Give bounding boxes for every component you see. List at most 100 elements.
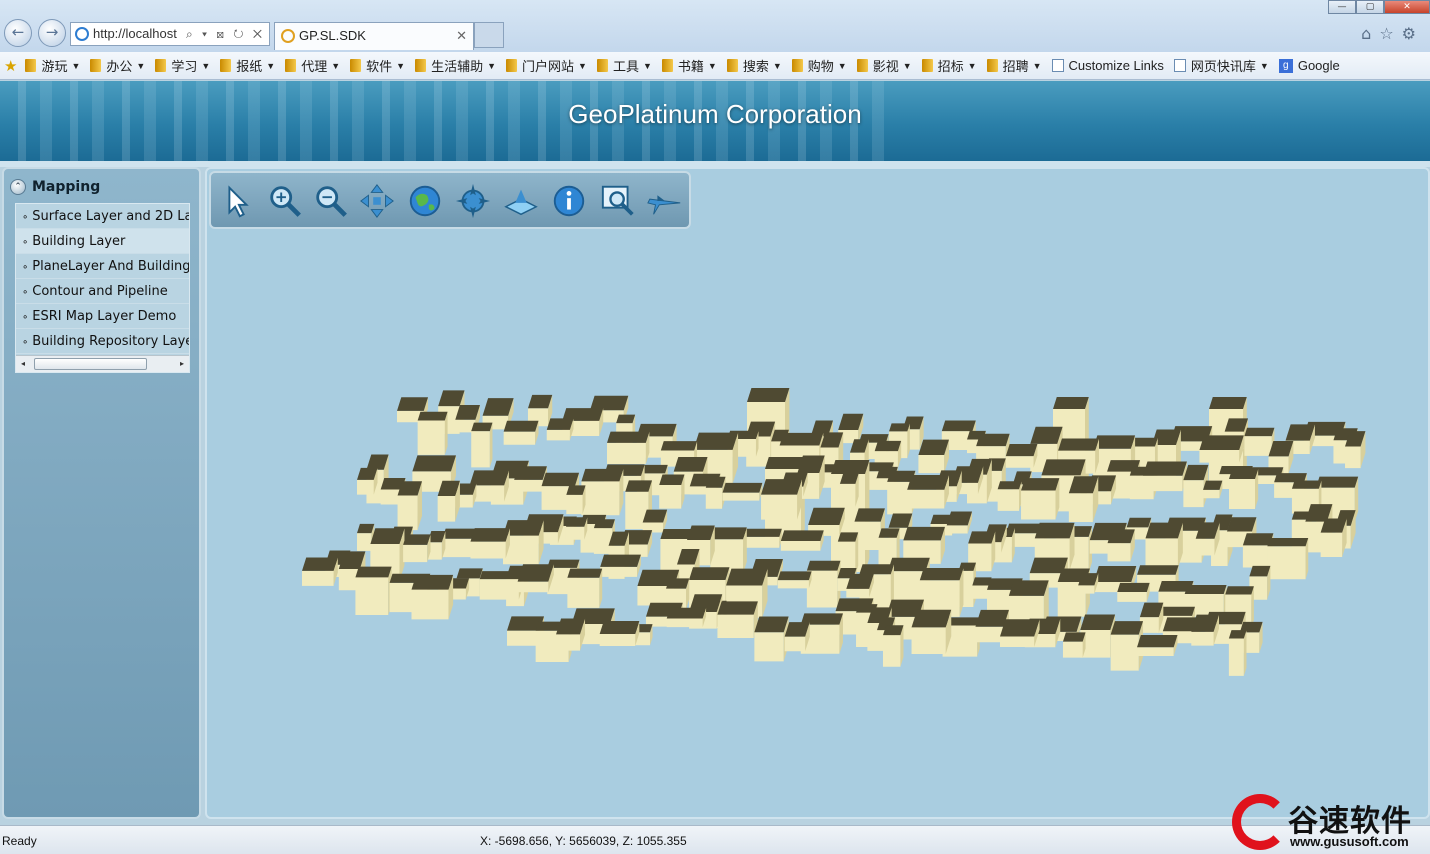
mapping-panel-header[interactable]: ⌃ Mapping <box>10 179 100 195</box>
maximize-button[interactable]: ▢ <box>1356 0 1384 14</box>
menu-item-label: Surface Layer and 2D Layer <box>32 209 189 224</box>
building <box>546 418 574 441</box>
menu-item[interactable]: ∘ Building Layer <box>16 229 189 254</box>
building <box>784 622 810 652</box>
collapse-icon[interactable]: ⌃ <box>10 179 26 195</box>
building <box>907 474 949 509</box>
favorite-label: 书籍 <box>677 59 704 74</box>
minimize-button[interactable]: — <box>1328 0 1356 14</box>
info-icon[interactable] <box>549 181 589 221</box>
close-window-button[interactable]: ✕ <box>1384 0 1430 14</box>
watermark-url: www.gususoft.com <box>1290 834 1409 849</box>
folder-icon <box>986 59 998 72</box>
favorite-7[interactable]: 门户网站 ▼ <box>506 56 587 75</box>
globe-icon[interactable] <box>405 181 445 221</box>
menu-item[interactable]: ∘ ESRI Map Layer Demo <box>16 304 189 329</box>
favorite-13[interactable]: 招标 ▼ <box>921 56 977 75</box>
favorite-16[interactable]: 网页快讯库 ▼ <box>1173 56 1269 75</box>
chevron-down-icon: ▼ <box>902 60 912 71</box>
favorite-label: 报纸 <box>236 59 263 74</box>
bullet-icon: ∘ <box>22 212 29 223</box>
favorite-1[interactable]: 办公 ▼ <box>90 56 145 75</box>
chevron-down-icon: ▼ <box>266 60 276 71</box>
chevron-down-icon: ▼ <box>1032 60 1042 71</box>
favorite-3[interactable]: 报纸 ▼ <box>220 56 275 75</box>
favorite-8[interactable]: 工具 ▼ <box>596 56 652 75</box>
mapping-menu-list: ∘Surface Layer and 2D Layer∘Building Lay… <box>16 204 189 354</box>
building <box>517 564 554 593</box>
pan-icon[interactable] <box>357 181 397 221</box>
favorite-12[interactable]: 影视 ▼ <box>856 56 912 75</box>
fly-icon[interactable] <box>645 181 685 221</box>
zoom-in-icon[interactable] <box>265 181 305 221</box>
building <box>666 607 707 628</box>
favorite-label: 影视 <box>872 59 899 74</box>
building <box>846 573 874 598</box>
tab-close-icon[interactable]: ✕ <box>456 23 467 49</box>
menu-item[interactable]: ∘ Contour and Pipeline <box>16 279 189 304</box>
favorite-label: 搜索 <box>742 59 769 74</box>
favorite-17[interactable]: g Google <box>1278 58 1340 73</box>
tab-gp-sl-sdk[interactable]: GP.SL.SDK ✕ <box>274 22 474 50</box>
back-button[interactable]: ← <box>4 19 32 47</box>
forward-button[interactable]: → <box>38 19 66 47</box>
favorite-9[interactable]: 书籍 ▼ <box>661 56 717 75</box>
favorite-10[interactable]: 搜索 ▼ <box>726 56 782 75</box>
building <box>1137 635 1178 656</box>
building <box>567 568 603 608</box>
coordinate-readout: X: -5698.656, Y: 5656039, Z: 1055.355 <box>480 834 687 848</box>
favorite-15[interactable]: Customize Links <box>1051 58 1164 73</box>
building <box>1203 480 1223 499</box>
tab-title: GP.SL.SDK <box>299 28 366 43</box>
menu-item-label: Building Repository Layer <box>32 334 189 349</box>
scroll-right-arrow[interactable]: ▸ <box>175 356 189 372</box>
building <box>997 481 1022 511</box>
building <box>780 530 824 551</box>
address-bar[interactable]: http://localhost ⌕ ▾ ⊠ ↻ ✕ <box>70 22 270 46</box>
favorite-5[interactable]: 软件 ▼ <box>350 56 405 75</box>
page-icon <box>1173 59 1186 72</box>
building <box>710 527 747 574</box>
select-arrow-icon[interactable] <box>217 181 257 221</box>
chevron-down-icon: ▼ <box>71 60 81 71</box>
folder-icon <box>856 59 868 72</box>
chevron-down-icon: ▼ <box>772 60 782 71</box>
search-window-icon[interactable] <box>599 181 639 221</box>
menu-item[interactable]: ∘ PlaneLayer And Building <box>16 254 189 279</box>
folder-icon <box>25 59 37 72</box>
building <box>1229 469 1259 509</box>
tab-favicon-icon <box>281 29 295 43</box>
chevron-down-icon: ▼ <box>331 60 341 71</box>
favorite-2[interactable]: 学习 ▼ <box>155 56 210 75</box>
browser-titlebar: ← → http://localhost ⌕ ▾ ⊠ ↻ ✕ GP.SL.SDK… <box>0 0 1430 52</box>
menu-horizontal-scrollbar[interactable]: ◂ ▸ <box>16 355 189 372</box>
navigate-icon[interactable] <box>453 181 493 221</box>
menu-item-label: Building Layer <box>32 234 126 249</box>
favorite-label: 招标 <box>937 59 964 74</box>
favorite-0[interactable]: 游玩 ▼ <box>25 56 80 75</box>
scroll-left-arrow[interactable]: ◂ <box>16 356 30 372</box>
zoom-out-icon[interactable] <box>311 181 351 221</box>
building <box>397 481 423 531</box>
watermark-g-icon <box>1232 794 1288 850</box>
building <box>437 480 460 522</box>
building <box>1021 478 1060 520</box>
favorite-14[interactable]: 招聘 ▼ <box>986 56 1042 75</box>
home-favorites-tools-icons[interactable]: ⌂☆⚙ <box>1361 24 1424 43</box>
bullet-icon: ∘ <box>22 262 29 273</box>
map-toolbar <box>209 171 691 229</box>
menu-item[interactable]: ∘Surface Layer and 2D Layer <box>16 204 189 229</box>
building-scene[interactable] <box>207 169 1428 817</box>
address-tools[interactable]: ⌕ ▾ ⊠ ↻ ✕ <box>186 23 265 45</box>
favorites-star-icon[interactable]: ★ <box>4 57 17 75</box>
scroll-thumb[interactable] <box>34 358 147 370</box>
favorite-11[interactable]: 购物 ▼ <box>791 56 847 75</box>
menu-item[interactable]: ∘ Building Repository Layer <box>16 329 189 354</box>
map-viewport[interactable] <box>205 167 1430 819</box>
favorite-6[interactable]: 生活辅助 ▼ <box>415 56 496 75</box>
chevron-down-icon: ▼ <box>1259 60 1269 71</box>
new-tab-button[interactable] <box>474 22 504 48</box>
plane-layer-icon[interactable] <box>501 181 541 221</box>
building <box>946 511 973 534</box>
favorite-4[interactable]: 代理 ▼ <box>285 56 340 75</box>
